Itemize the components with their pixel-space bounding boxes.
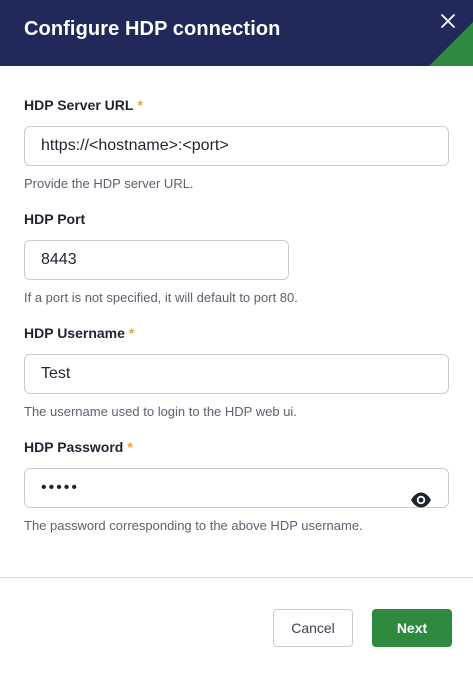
eye-icon[interactable] bbox=[410, 491, 432, 509]
cancel-button[interactable]: Cancel bbox=[273, 609, 353, 647]
port-input[interactable]: 8443 bbox=[24, 240, 289, 280]
username-field: HDP Username * Test The username used to … bbox=[24, 324, 449, 420]
dialog-title: Configure HDP connection bbox=[24, 18, 281, 40]
password-help: The password corresponding to the above … bbox=[24, 518, 363, 533]
required-mark: * bbox=[128, 325, 135, 341]
port-label: HDP Port bbox=[24, 211, 86, 227]
server-url-label: HDP Server URL bbox=[24, 97, 134, 113]
username-label: HDP Username bbox=[24, 325, 125, 341]
port-value: 8443 bbox=[41, 251, 77, 268]
password-input[interactable]: ••••• bbox=[24, 468, 449, 508]
configure-hdp-dialog: Configure HDP connection HDP Server URL *… bbox=[0, 0, 473, 674]
server-url-input[interactable]: https://<hostname>:<port> bbox=[24, 126, 449, 166]
footer-divider bbox=[0, 577, 473, 578]
required-mark: * bbox=[127, 439, 133, 455]
port-field: HDP Port 8443 If a port is not specified… bbox=[24, 210, 449, 306]
username-value: Test bbox=[41, 365, 71, 382]
close-icon[interactable] bbox=[439, 12, 457, 30]
server-url-help: Provide the HDP server URL. bbox=[24, 176, 194, 191]
username-help: The username used to login to the HDP we… bbox=[24, 404, 297, 419]
password-label: HDP Password bbox=[24, 439, 124, 455]
dialog-header: Configure HDP connection bbox=[0, 0, 473, 66]
username-input[interactable]: Test bbox=[24, 354, 449, 394]
password-field: HDP Password * ••••• The password corresp… bbox=[24, 438, 449, 534]
server-url-field: HDP Server URL * https://<hostname>:<port… bbox=[24, 96, 449, 192]
port-help: If a port is not specified, it will defa… bbox=[24, 290, 298, 305]
next-button[interactable]: Next bbox=[372, 609, 452, 647]
required-mark: * bbox=[137, 97, 143, 113]
password-value: ••••• bbox=[41, 479, 80, 496]
server-url-value: https://<hostname>:<port> bbox=[41, 137, 229, 154]
